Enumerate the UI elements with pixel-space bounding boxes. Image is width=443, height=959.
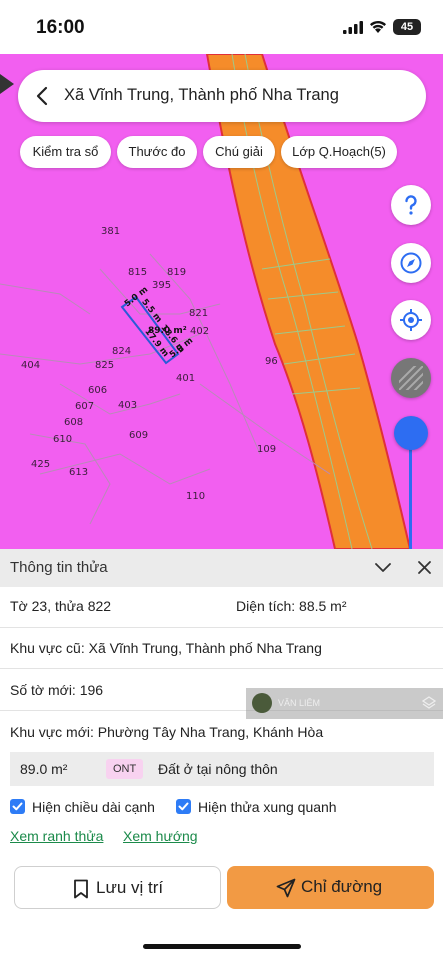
compass-button[interactable]	[391, 243, 431, 283]
parcel-number[interactable]: 815	[128, 267, 147, 278]
new-sheet: Số tờ mới: 196	[10, 682, 104, 698]
send-arrow-icon	[276, 878, 296, 898]
opacity-slider-track[interactable]	[409, 434, 412, 549]
parcel-number[interactable]: 824	[112, 346, 131, 357]
parcel-number[interactable]: 825	[95, 360, 114, 371]
wifi-icon	[370, 20, 386, 33]
status-time: 16:00	[36, 17, 85, 38]
sheet-parcel: Tờ 23, thửa 822	[10, 598, 112, 614]
basemap-layer-button[interactable]	[391, 358, 431, 398]
status-bar: 16:00 45	[0, 0, 443, 54]
location-title[interactable]: Xã Vĩnh Trung, Thành phố Nha Trang	[64, 86, 339, 105]
chip-check-title[interactable]: Kiểm tra sổ	[20, 136, 111, 168]
chip-ruler[interactable]: Thước đo	[117, 136, 197, 168]
map-view[interactable]: 381 815 819 395 821 402 824 825 404 96 4…	[0, 54, 443, 549]
close-icon[interactable]	[417, 560, 432, 575]
new-area: Khu vực mới: Phường Tây Nha Trang, Khánh…	[10, 724, 324, 740]
help-button[interactable]	[391, 185, 431, 225]
avatar	[252, 693, 272, 713]
show-neighbors-checkbox[interactable]: Hiện thửa xung quanh	[176, 798, 346, 816]
compass-icon	[400, 252, 422, 274]
back-arrow-icon[interactable]	[32, 83, 54, 109]
land-code-badge: ONT	[106, 759, 144, 779]
search-bar[interactable]: Xã Vĩnh Trung, Thành phố Nha Trang	[18, 70, 426, 122]
parcel-number[interactable]: 403	[118, 400, 137, 411]
save-location-button[interactable]: Lưu vị trí	[14, 866, 221, 909]
checkbox-checked-icon[interactable]	[176, 799, 191, 814]
parcel-number[interactable]: 401	[176, 373, 195, 384]
map-canvas	[0, 54, 412, 549]
directions-button[interactable]: Chỉ đường	[227, 866, 434, 909]
panel-header: Thông tin thửa	[0, 549, 443, 587]
parcel-area-label: 89.0 m²	[148, 326, 187, 336]
bookmark-icon	[74, 879, 88, 899]
parcel-number[interactable]: 613	[69, 467, 88, 478]
parcel-number[interactable]: 821	[189, 308, 208, 319]
save-location-label: Lưu vị trí	[96, 878, 164, 897]
chip-bar: Kiểm tra sổ Thước đo Chú giải Lớp Q.Hoạc…	[0, 136, 443, 168]
locate-button[interactable]	[391, 300, 431, 340]
land-use-box: 89.0 m² ONT Đất ở tại nông thôn	[10, 752, 434, 786]
parcel-number[interactable]: 110	[186, 491, 205, 502]
land-type: Đất ở tại nông thôn	[158, 761, 278, 777]
directions-label: Chỉ đường	[301, 877, 383, 896]
question-icon	[405, 195, 417, 215]
land-area: 89.0 m²	[20, 761, 68, 777]
sheet-parcel-row: Tờ 23, thửa 822 Diện tích: 88.5 m²	[0, 587, 443, 628]
cellular-signal-icon	[343, 21, 363, 34]
checkbox-checked-icon[interactable]	[10, 799, 25, 814]
parcel-number[interactable]: 96	[265, 356, 278, 367]
locate-icon	[400, 309, 422, 331]
parcel-number[interactable]: 404	[21, 360, 40, 371]
panel-title: Thông tin thửa	[10, 559, 108, 576]
parcel-number[interactable]: 402	[190, 326, 209, 337]
chevron-down-icon[interactable]	[374, 560, 392, 576]
view-boundary-link[interactable]: Xem ranh thửa	[10, 828, 103, 844]
watermark-name: VĂN LIÊM	[278, 698, 321, 708]
old-area-row: Khu vực cũ: Xã Vĩnh Trung, Thành phố Nha…	[0, 628, 443, 669]
show-edge-length-checkbox[interactable]: Hiện chiều dài cạnh	[10, 798, 170, 816]
parcel-number[interactable]: 425	[31, 459, 50, 470]
battery-icon: 45	[393, 19, 421, 35]
old-area: Khu vực cũ: Xã Vĩnh Trung, Thành phố Nha…	[10, 640, 322, 656]
parcel-number[interactable]: 109	[257, 444, 276, 455]
checkbox-label: Hiện chiều dài cạnh	[32, 799, 155, 815]
view-direction-link[interactable]: Xem hướng	[123, 828, 198, 844]
watermark: VĂN LIÊM	[246, 688, 443, 719]
parcel-number[interactable]: 609	[129, 430, 148, 441]
chip-legend[interactable]: Chú giải	[203, 136, 275, 168]
satellite-layer-icon	[399, 366, 423, 390]
parcel-number[interactable]: 607	[75, 401, 94, 412]
parcel-number[interactable]: 819	[167, 267, 186, 278]
parcel-area: Diện tích: 88.5 m²	[236, 598, 347, 614]
chip-planning-layers[interactable]: Lớp Q.Hoạch(5)	[281, 136, 397, 168]
parcel-number[interactable]: 381	[101, 226, 120, 237]
checkbox-label: Hiện thửa xung quanh	[198, 799, 337, 815]
parcel-number[interactable]: 395	[152, 280, 171, 291]
home-indicator[interactable]	[143, 944, 301, 949]
parcel-number[interactable]: 608	[64, 417, 83, 428]
parcel-number[interactable]: 606	[88, 385, 107, 396]
road-band	[205, 54, 412, 549]
layers-icon	[421, 696, 437, 709]
parcel-number[interactable]: 610	[53, 434, 72, 445]
opacity-slider-knob[interactable]	[394, 416, 428, 450]
